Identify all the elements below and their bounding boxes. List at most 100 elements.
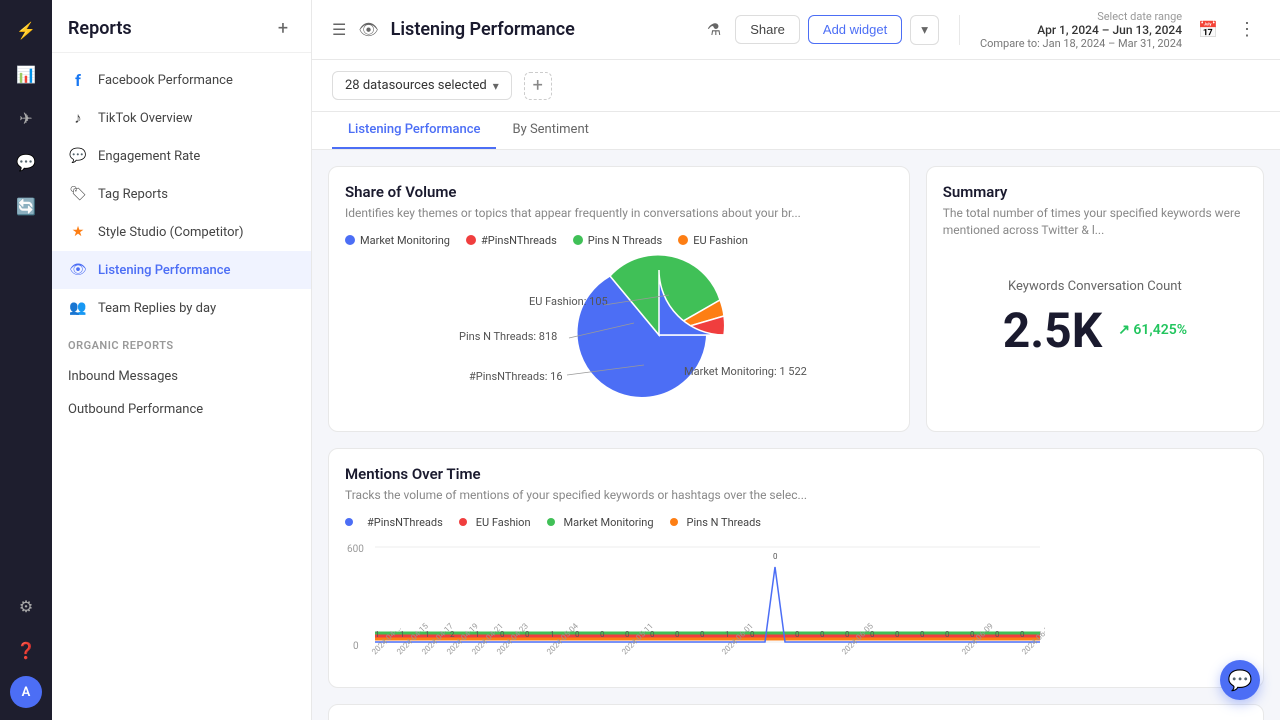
mentions-desc: Tracks the volume of mentions of your sp… [345,487,1247,504]
avatar[interactable]: A [10,676,42,708]
chat-bubble-button[interactable]: 💬 [1220,660,1260,700]
legend-dot-pinsn [466,235,476,245]
tag-icon: 🏷 [68,184,88,204]
icon-bar-help[interactable]: ❓ [8,632,44,668]
svg-text:0: 0 [700,630,705,639]
pie-label-pinsn: #PinsNThreads: 16 [469,370,563,383]
sidebar-item-outbound[interactable]: Outbound Performance [52,393,311,426]
listening-icon: 👁 [68,260,88,280]
summary-title: Summary [943,183,1247,201]
icon-bar-dashboard[interactable]: 📊 [8,56,44,92]
svg-text:0: 0 [600,630,605,639]
summary-stat: Keywords Conversation Count 2.5K ↗ 61,42… [943,279,1247,359]
chevron-button[interactable]: ▾ [910,15,939,45]
sidebar-item-inbound[interactable]: Inbound Messages [52,360,311,393]
sidebar-header: Reports + [52,0,311,53]
mentions-dot-market [547,518,555,526]
legend-label-eu: EU Fashion [693,234,748,247]
tab-listening[interactable]: Listening Performance [332,112,496,149]
pie-label-eu: EU Fashion: 105 [529,295,608,308]
pie-chart-svg: EU Fashion: 105 Pins N Threads: 818 #Pin… [429,255,809,415]
mentions-chart-wrapper: 600 0 [345,537,1247,671]
sidebar-item-engagement[interactable]: 💬 Engagement Rate [52,137,311,175]
mentions-label-pinsn: #PinsNThreads [367,516,443,529]
svg-text:0: 0 [625,630,630,639]
svg-text:0: 0 [920,630,925,639]
row-3: Stats by Keyword Breaks down the volume … [328,704,1264,720]
pie-chart-area: EU Fashion: 105 Pins N Threads: 818 #Pin… [345,255,893,415]
sidebar-item-label-team: Team Replies by day [98,301,216,316]
row-2: Mentions Over Time Tracks the volume of … [328,448,1264,688]
summary-desc: The total number of times your specified… [943,205,1247,239]
svg-text:1: 1 [725,630,730,639]
add-widget-button[interactable]: Add widget [808,15,902,44]
sidebar-item-facebook[interactable]: f Facebook Performance [52,61,311,99]
add-datasource-button[interactable]: + [524,72,552,100]
share-button[interactable]: Share [735,15,800,44]
calendar-icon[interactable]: 📅 [1194,16,1222,43]
icon-bar-listening[interactable]: 🔄 [8,188,44,224]
legend-dot-eu [678,235,688,245]
team-icon: 👥 [68,298,88,318]
sidebar-item-label-listening: Listening Performance [98,263,230,278]
main-area: ☰ 👁 Listening Performance ⚗ Share Add wi… [312,0,1280,720]
legend-dot-pins [573,235,583,245]
sidebar-item-label-inbound: Inbound Messages [68,369,178,384]
sidebar-item-tiktok[interactable]: ♪ TikTok Overview [52,99,311,137]
svg-text:0: 0 [820,630,825,639]
style-icon: ★ [68,222,88,242]
tab-sentiment[interactable]: By Sentiment [496,112,604,149]
legend-label-pins: Pins N Threads [588,234,662,247]
sov-legend: Market Monitoring #PinsNThreads Pins N T… [345,234,893,247]
sidebar-item-tag[interactable]: 🏷 Tag Reports [52,175,311,213]
more-icon[interactable]: ⋮ [1234,15,1260,44]
mentions-dot-pins [670,518,678,526]
datasource-chevron-icon: ▾ [493,79,499,93]
pie-label-pins: Pins N Threads: 818 [459,330,557,343]
svg-text:0: 0 [895,630,900,639]
pie-label-market: Market Monitoring: 1 522 [684,365,807,378]
stats-by-keyword-card: Stats by Keyword Breaks down the volume … [328,704,1264,720]
icon-bar-send[interactable]: ✈ [8,100,44,136]
legend-label-market: Market Monitoring [360,234,450,247]
svg-text:0: 0 [845,630,850,639]
engagement-icon: 💬 [68,146,88,166]
legend-pins: Pins N Threads [573,234,662,247]
svg-text:0: 0 [675,630,680,639]
sidebar-item-team[interactable]: 👥 Team Replies by day [52,289,311,327]
filter-icon[interactable]: ⚗ [701,14,727,45]
legend-market-monitoring: Market Monitoring [345,234,450,247]
divider [959,15,960,45]
summary-stat-value-row: 2.5K ↗ 61,425% [943,302,1247,359]
icon-bar-settings[interactable]: ⚙ [8,588,44,624]
mentions-title: Mentions Over Time [345,465,1247,483]
svg-text:0: 0 [945,630,950,639]
date-range: Apr 1, 2024 – Jun 13, 2024 [1037,23,1182,37]
sidebar-item-listening[interactable]: 👁 Listening Performance [52,251,311,289]
icon-bar-logo[interactable]: ⚡ [8,12,44,48]
datasource-select[interactable]: 28 datasources selected ▾ [332,71,512,100]
header-eye-icon: 👁 [358,20,378,39]
legend-eu: EU Fashion [678,234,748,247]
sidebar-nav: f Facebook Performance ♪ TikTok Overview… [52,53,311,720]
mentions-legend-market: Market Monitoring [547,516,654,529]
legend-pinsn: #PinsNThreads [466,234,557,247]
icon-bar-chat[interactable]: 💬 [8,144,44,180]
svg-text:0: 0 [795,630,800,639]
tiktok-icon: ♪ [68,108,88,128]
svg-text:1: 1 [550,630,555,639]
y-label-600: 600 [347,544,364,555]
sidebar-item-label-facebook: Facebook Performance [98,73,233,88]
summary-growth: ↗ 61,425% [1118,322,1187,338]
sidebar-item-label-engagement: Engagement Rate [98,149,200,164]
tabs: Listening Performance By Sentiment [312,112,1280,150]
menu-icon[interactable]: ☰ [332,20,346,39]
sidebar-add-button[interactable]: + [271,16,295,40]
svg-text:1: 1 [375,630,380,639]
sidebar-item-label-tag: Tag Reports [98,187,168,202]
date-section: Select date range Apr 1, 2024 – Jun 13, … [980,10,1182,50]
legend-label-pinsn: #PinsNThreads [481,234,557,247]
sidebar-item-label-tiktok: TikTok Overview [98,111,193,126]
organic-section: ORGANIC REPORTS [52,327,311,360]
sidebar-item-style[interactable]: ★ Style Studio (Competitor) [52,213,311,251]
